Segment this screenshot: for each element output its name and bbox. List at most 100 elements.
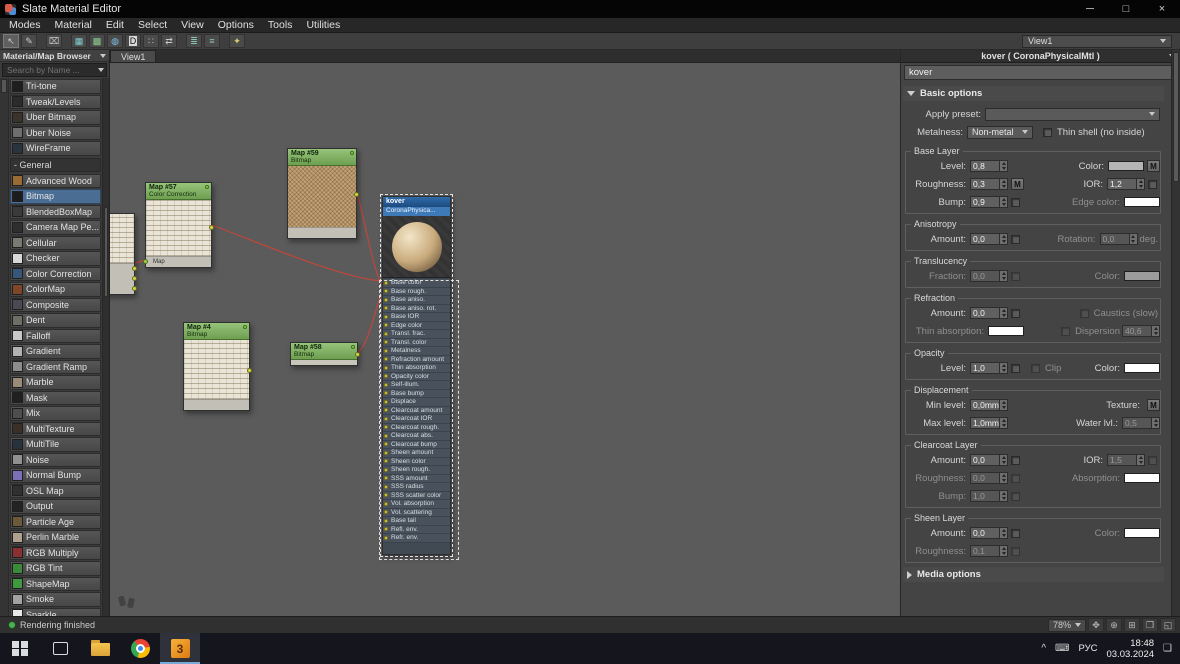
opacity-color-swatch[interactable] (1124, 363, 1160, 373)
scrollbar-thumb[interactable] (104, 207, 108, 297)
slot-input-port[interactable] (384, 485, 388, 489)
browser-item[interactable]: Normal Bump (10, 468, 101, 483)
browser-item[interactable]: RGB Multiply (10, 546, 101, 561)
slot-input-port[interactable] (384, 459, 388, 463)
browser-item[interactable]: BlendedBoxMap (10, 205, 101, 220)
base-level-spinner[interactable]: 0,8 (970, 160, 1008, 172)
output-port[interactable] (132, 276, 137, 281)
browser-item[interactable]: ShapeMap (10, 577, 101, 592)
node-slot[interactable]: Clearcoat amount (383, 406, 450, 415)
output-port[interactable] (354, 192, 359, 197)
node-slot[interactable]: Edge color (383, 321, 450, 330)
node-slot[interactable]: Vol. absorption (383, 499, 450, 508)
fraction-spinner[interactable]: 0,0 (970, 270, 1008, 282)
browser-item[interactable]: Falloff (10, 329, 101, 344)
edge-color-swatch[interactable] (1124, 197, 1160, 207)
language-indicator[interactable]: РУС (1078, 643, 1097, 654)
separator[interactable] (64, 34, 69, 48)
anisotropy-amount-spinner[interactable]: 0,0 (970, 233, 1008, 245)
show-grid-icon[interactable]: ▩ (89, 34, 105, 48)
slot-input-port[interactable] (384, 519, 388, 523)
node-slot[interactable]: Base bump (383, 389, 450, 398)
menu-item[interactable]: Select (131, 18, 174, 33)
node-slot[interactable]: SSS amount (383, 474, 450, 483)
base-ior-spinner[interactable]: 1,2 (1107, 178, 1145, 190)
clearcoat-roughness-spinner[interactable]: 0,0 (970, 472, 1008, 484)
node-slot[interactable]: Displace (383, 397, 450, 406)
node-slot[interactable]: Sheen rough. (383, 465, 450, 474)
opacity-level-spinner[interactable]: 1,0 (970, 362, 1008, 374)
rotation-spinner[interactable]: 0,0 (1100, 233, 1138, 245)
clock[interactable]: 18:48 03.03.2024 (1106, 638, 1154, 660)
layout-children-icon[interactable]: ≡ (204, 34, 220, 48)
slot-input-port[interactable] (384, 315, 388, 319)
slot-input-port[interactable] (384, 493, 388, 497)
slot-input-port[interactable] (384, 502, 388, 506)
show-end-result-icon[interactable]: D (125, 34, 141, 48)
caustics-checkbox[interactable] (1080, 309, 1089, 318)
refraction-checkbox[interactable] (1011, 309, 1020, 318)
material-title-bar[interactable]: kover ( CoronaPhysicalMtl ) (901, 50, 1180, 63)
node-slot[interactable]: Base tail (383, 516, 450, 525)
browser-item[interactable]: RGB Tint (10, 561, 101, 576)
node-slot[interactable] (110, 284, 134, 294)
menu-item[interactable]: Tools (261, 18, 300, 33)
node-slot[interactable] (110, 274, 134, 284)
slot-input-port[interactable] (384, 366, 388, 370)
browser-item[interactable]: Composite (10, 298, 101, 313)
node-slot[interactable]: Clearcoat bump (383, 440, 450, 449)
clip-checkbox[interactable] (1031, 364, 1040, 373)
maximize-button[interactable]: □ (1108, 0, 1144, 18)
browser-scrollbar[interactable] (102, 78, 109, 616)
browser-item[interactable]: MultiTexture (10, 422, 101, 437)
hidden-icons-chevron[interactable]: ^ (1041, 643, 1046, 654)
slot-input-port[interactable] (384, 527, 388, 531)
node-map59[interactable]: Map #59 Bitmap (287, 148, 357, 239)
node-header[interactable]: Map #59 Bitmap (288, 149, 356, 166)
slot-input-port[interactable] (384, 391, 388, 395)
browser-item[interactable]: Gradient (10, 344, 101, 359)
thin-shell-checkbox[interactable] (1043, 128, 1052, 137)
browser-item[interactable]: Tweak/Levels (10, 95, 101, 110)
menu-item[interactable]: Material (48, 18, 99, 33)
slot-input-port[interactable] (384, 408, 388, 412)
browser-item[interactable]: Bitmap (10, 189, 101, 204)
output-port[interactable] (209, 225, 214, 230)
render-preview-icon[interactable]: ✦ (229, 34, 245, 48)
separator[interactable] (39, 34, 44, 48)
node-slot[interactable]: Transl. color (383, 338, 450, 347)
zoom-level-dropdown[interactable]: 78% (1048, 619, 1086, 632)
slot-input-port[interactable] (384, 536, 388, 540)
node-slot[interactable]: Refr. env. (383, 533, 450, 542)
node-map57[interactable]: Map #57 Color Correction Map (145, 182, 212, 268)
preview-toggle-dot[interactable] (350, 151, 354, 155)
water-level-spinner[interactable]: 0,5 (1122, 417, 1160, 429)
translucency-color-swatch[interactable] (1124, 271, 1160, 281)
delete-selected-icon[interactable]: ⌧ (46, 34, 62, 48)
preview-toggle-dot[interactable] (205, 185, 209, 189)
node-map58[interactable]: Map #58 Bitmap (290, 342, 358, 366)
clearcoat-ior-checkbox[interactable] (1148, 456, 1157, 465)
scrollbar-thumb[interactable] (1173, 52, 1179, 182)
node-partial[interactable] (110, 213, 135, 295)
thin-absorption-swatch[interactable] (988, 326, 1024, 336)
browser-item[interactable]: Smoke (10, 592, 101, 607)
node-slot[interactable]: Clearcoat abs. (383, 431, 450, 440)
node-slot[interactable]: Map (146, 257, 211, 267)
refraction-amount-spinner[interactable]: 0,0 (970, 307, 1008, 319)
separator[interactable] (222, 34, 227, 48)
sheen-color-swatch[interactable] (1124, 528, 1160, 538)
slot-input-port[interactable] (384, 400, 388, 404)
output-port[interactable] (132, 286, 137, 291)
section-media-options[interactable]: Media options (903, 567, 1164, 582)
browser-header[interactable]: Material/Map Browser (0, 50, 109, 62)
move-children-icon[interactable]: ∷ (143, 34, 159, 48)
view-selector-dropdown[interactable]: View1 (1022, 35, 1172, 48)
zoom-extents-selected-icon[interactable]: ◱ (1160, 618, 1176, 632)
browser-item[interactable]: Dent (10, 313, 101, 328)
browser-item[interactable]: OSL Map (10, 484, 101, 499)
bump-checkbox[interactable] (1011, 198, 1020, 207)
zoom-extents-icon[interactable]: ❒ (1142, 618, 1158, 632)
browser-item[interactable]: Color Correction (10, 267, 101, 282)
layout-all-icon[interactable]: ≣ (186, 34, 202, 48)
